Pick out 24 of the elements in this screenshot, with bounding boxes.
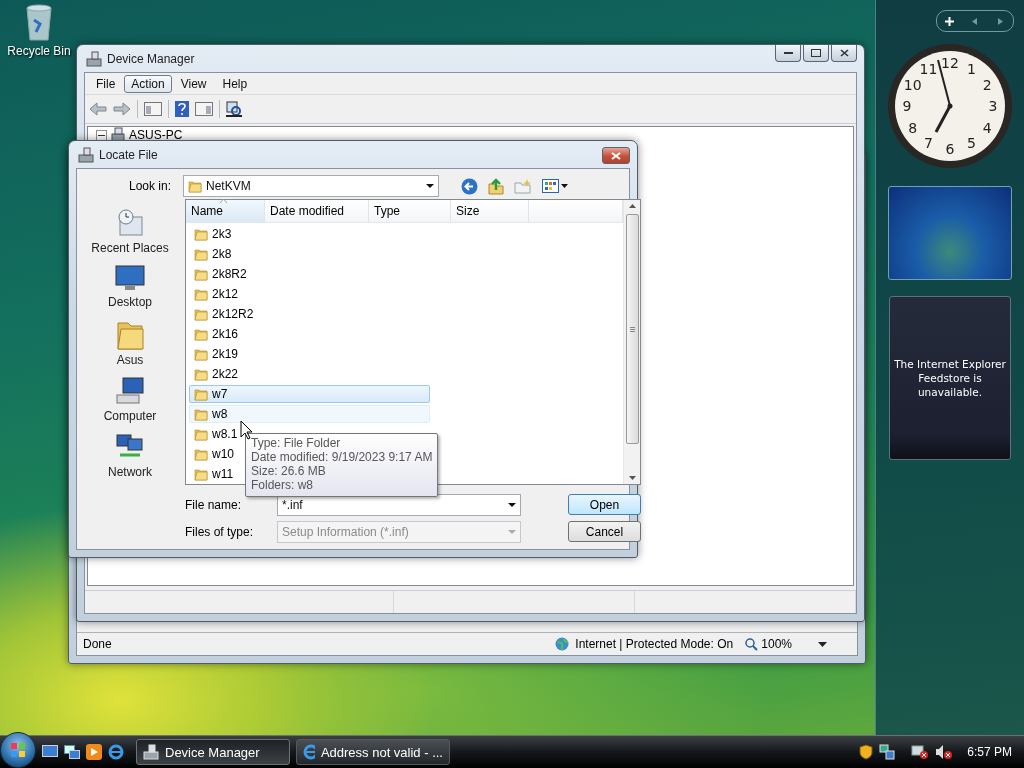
dialog-title: Locate File (99, 147, 159, 162)
clock-numeral: 3 (988, 98, 998, 114)
clock-numeral: 2 (982, 76, 992, 93)
tooltip-line: Size: 26.6 MB (251, 464, 327, 478)
look-in-label: Look in: (127, 179, 172, 193)
clock-numeral: 12 (941, 55, 959, 71)
clock-numeral: 7 (924, 135, 933, 152)
clock-numeral: 9 (902, 98, 912, 114)
window-title: Device Manager (107, 51, 196, 66)
file-name-label: File name: (185, 497, 243, 512)
status-text: Done (83, 637, 112, 651)
feed-message: The Internet Explorer Feedstore is unavailable. (894, 357, 1006, 399)
clock-numeral: 4 (982, 119, 992, 136)
clock-numeral: 10 (903, 76, 922, 93)
tooltip-line: Folders: w8 (251, 478, 315, 492)
clock-numeral: 11 (919, 60, 938, 77)
clock-numeral: 6 (945, 141, 955, 157)
clock-numeral: 5 (967, 135, 976, 152)
tooltip-line: Date modified: 9/19/2023 9:17 AM (251, 450, 433, 464)
tooltip-line: Type: File Folder (251, 436, 342, 450)
clock-numeral: 1 (967, 60, 976, 77)
clock-numeral: 8 (908, 119, 918, 136)
security-zone-text: Internet | Protected Mode: On (575, 637, 735, 651)
file-type-label: Files of type: (185, 524, 255, 539)
